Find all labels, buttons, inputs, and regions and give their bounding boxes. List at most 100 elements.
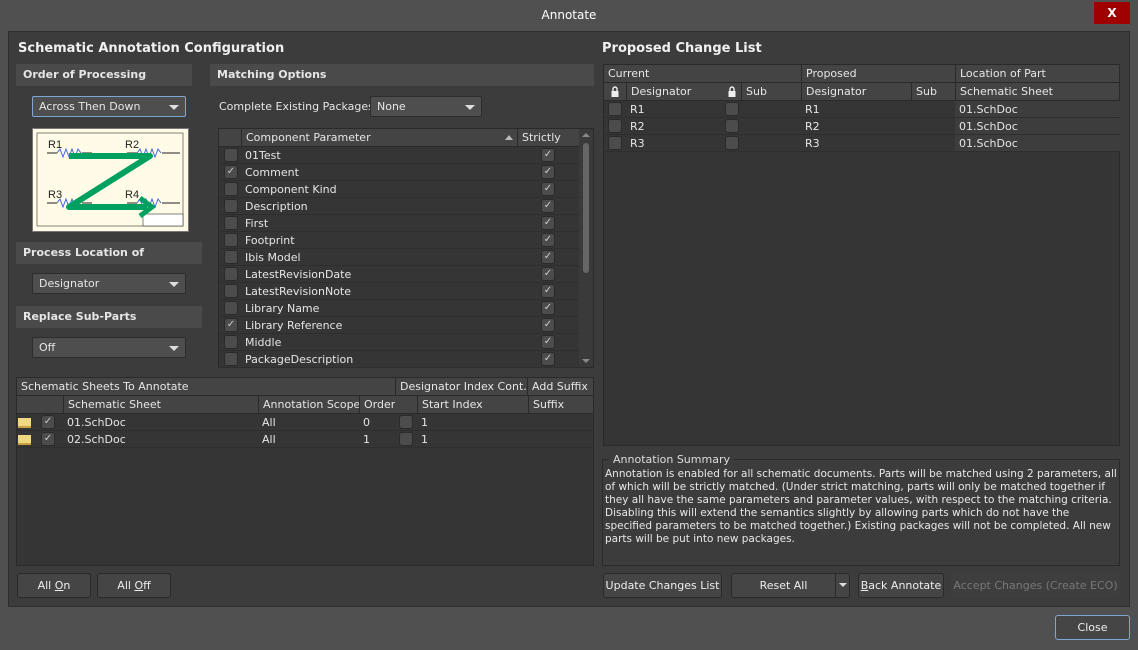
change-row[interactable]: R3 R3 01.SchDoc [604, 135, 1121, 152]
window-close-button[interactable]: X [1094, 2, 1130, 24]
lock-icon[interactable] [728, 86, 736, 97]
location-value: Designator [39, 277, 100, 290]
parameter-scrollbar[interactable] [579, 129, 593, 367]
sheet-order[interactable]: 0 [359, 414, 395, 430]
location-dropdown[interactable]: Designator [32, 273, 186, 294]
lock-sub-checkbox[interactable] [725, 102, 739, 116]
col-suffix[interactable]: Suffix [528, 396, 595, 413]
strictly-checkbox[interactable]: ✓ [541, 199, 555, 213]
close-button[interactable]: Close [1055, 615, 1130, 640]
parameter-checkbox[interactable] [224, 250, 238, 264]
lock-sub-checkbox[interactable] [725, 119, 739, 133]
col-annotation-scope[interactable]: Annotation Scope [258, 396, 359, 413]
sheet-checkbox[interactable]: ✓ [41, 415, 55, 429]
col-schematic-sheet[interactable]: Schematic Sheet [955, 83, 1121, 100]
col-strictly[interactable]: Strictly [517, 129, 581, 146]
scroll-up-icon[interactable] [582, 133, 590, 137]
subparts-dropdown[interactable]: Off [32, 337, 186, 358]
col-current-sub[interactable]: Sub [741, 83, 801, 100]
parameter-checkbox[interactable]: ✓ [224, 165, 238, 179]
sheet-order[interactable]: 1 [359, 431, 395, 447]
parameter-checkbox[interactable] [224, 148, 238, 162]
config-title: Schematic Annotation Configuration [18, 41, 285, 56]
group-proposed: Proposed [801, 65, 955, 82]
parameter-row[interactable]: LatestRevisionNote ✓ [219, 283, 581, 300]
index-control-checkbox[interactable] [399, 415, 413, 429]
order-dropdown[interactable]: Across Then Down [32, 96, 186, 117]
start-index[interactable]: 1 [417, 431, 528, 447]
parameter-checkbox[interactable] [224, 301, 238, 315]
parameter-row[interactable]: 01Test ✓ [219, 147, 581, 164]
accept-changes-button[interactable]: Accept Changes (Create ECO) [951, 573, 1120, 598]
sheet-row[interactable]: ✓ 02.SchDoc All 1 1 [17, 431, 593, 448]
parameter-row[interactable]: Middle ✓ [219, 334, 581, 351]
lock-sub-checkbox[interactable] [725, 136, 739, 150]
sheet-row[interactable]: ✓ 01.SchDoc All 0 1 [17, 414, 593, 431]
parameter-row[interactable]: LatestRevisionDate ✓ [219, 266, 581, 283]
parameter-name: Library Reference [245, 319, 343, 332]
col-start-index[interactable]: Start Index [417, 396, 528, 413]
parameter-checkbox[interactable]: ✓ [224, 318, 238, 332]
lock-icon[interactable] [611, 86, 619, 97]
parameter-checkbox[interactable] [224, 284, 238, 298]
strictly-checkbox[interactable]: ✓ [541, 233, 555, 247]
parameter-row[interactable]: Component Kind ✓ [219, 181, 581, 198]
parameter-checkbox[interactable] [224, 335, 238, 349]
parameter-row[interactable]: Library Name ✓ [219, 300, 581, 317]
parameter-row[interactable]: Description ✓ [219, 198, 581, 215]
parameter-row[interactable]: PackageDescription ✓ [219, 351, 581, 368]
parameter-row[interactable]: ✓ Library Reference ✓ [219, 317, 581, 334]
parameter-checkbox[interactable] [224, 199, 238, 213]
change-row[interactable]: R1 R1 01.SchDoc [604, 101, 1121, 118]
strictly-checkbox[interactable]: ✓ [541, 335, 555, 349]
strictly-checkbox[interactable]: ✓ [541, 182, 555, 196]
lock-designator-checkbox[interactable] [608, 102, 622, 116]
index-control-checkbox[interactable] [399, 432, 413, 446]
lock-designator-checkbox[interactable] [608, 119, 622, 133]
strictly-checkbox[interactable]: ✓ [541, 318, 555, 332]
strictly-checkbox[interactable]: ✓ [541, 267, 555, 281]
matching-header: Matching Options [210, 64, 594, 86]
strictly-checkbox[interactable]: ✓ [541, 148, 555, 162]
parameter-row[interactable]: Footprint ✓ [219, 232, 581, 249]
strictly-checkbox[interactable]: ✓ [541, 250, 555, 264]
scrollbar-thumb[interactable] [583, 143, 589, 273]
strictly-checkbox[interactable]: ✓ [541, 216, 555, 230]
reset-all-button[interactable]: Reset All [731, 573, 850, 598]
packages-dropdown[interactable]: None [370, 96, 482, 117]
suffix[interactable] [528, 431, 595, 447]
all-on-button[interactable]: All On [17, 573, 91, 598]
parameter-checkbox[interactable] [224, 216, 238, 230]
change-row[interactable]: R2 R2 01.SchDoc [604, 118, 1121, 135]
chevron-down-icon [169, 105, 179, 110]
sheet-checkbox[interactable]: ✓ [41, 432, 55, 446]
strictly-checkbox[interactable]: ✓ [541, 301, 555, 315]
back-annotate-button[interactable]: Back Annotate [858, 573, 944, 598]
strictly-checkbox[interactable]: ✓ [541, 352, 555, 366]
parameter-checkbox[interactable] [224, 352, 238, 366]
scroll-down-icon[interactable] [582, 359, 590, 363]
all-off-button[interactable]: All Off [97, 573, 171, 598]
reset-dropdown-toggle[interactable] [835, 574, 849, 597]
col-component-parameter[interactable]: Component Parameter [241, 129, 515, 146]
parameter-row[interactable]: Ibis Model ✓ [219, 249, 581, 266]
start-index[interactable]: 1 [417, 414, 528, 430]
parameter-checkbox[interactable] [224, 267, 238, 281]
col-schematic-sheet[interactable]: Schematic Sheet [63, 396, 258, 413]
parameter-checkbox[interactable] [224, 233, 238, 247]
col-order[interactable]: Order [359, 396, 395, 413]
col-proposed-sub[interactable]: Sub [911, 83, 955, 100]
update-changes-button[interactable]: Update Changes List [603, 573, 722, 598]
strictly-checkbox[interactable]: ✓ [541, 165, 555, 179]
suffix[interactable] [528, 414, 595, 430]
lock-designator-checkbox[interactable] [608, 136, 622, 150]
parameter-row[interactable]: ✓ Comment ✓ [219, 164, 581, 181]
col-current-designator[interactable]: Designator [626, 83, 721, 100]
annotation-scope[interactable]: All [258, 414, 359, 430]
annotation-scope[interactable]: All [258, 431, 359, 447]
parameter-row[interactable]: First ✓ [219, 215, 581, 232]
strictly-checkbox[interactable]: ✓ [541, 284, 555, 298]
parameter-table: Component Parameter Strictly 01Test ✓ ✓ … [218, 128, 594, 368]
col-proposed-designator[interactable]: Designator [801, 83, 911, 100]
parameter-checkbox[interactable] [224, 182, 238, 196]
